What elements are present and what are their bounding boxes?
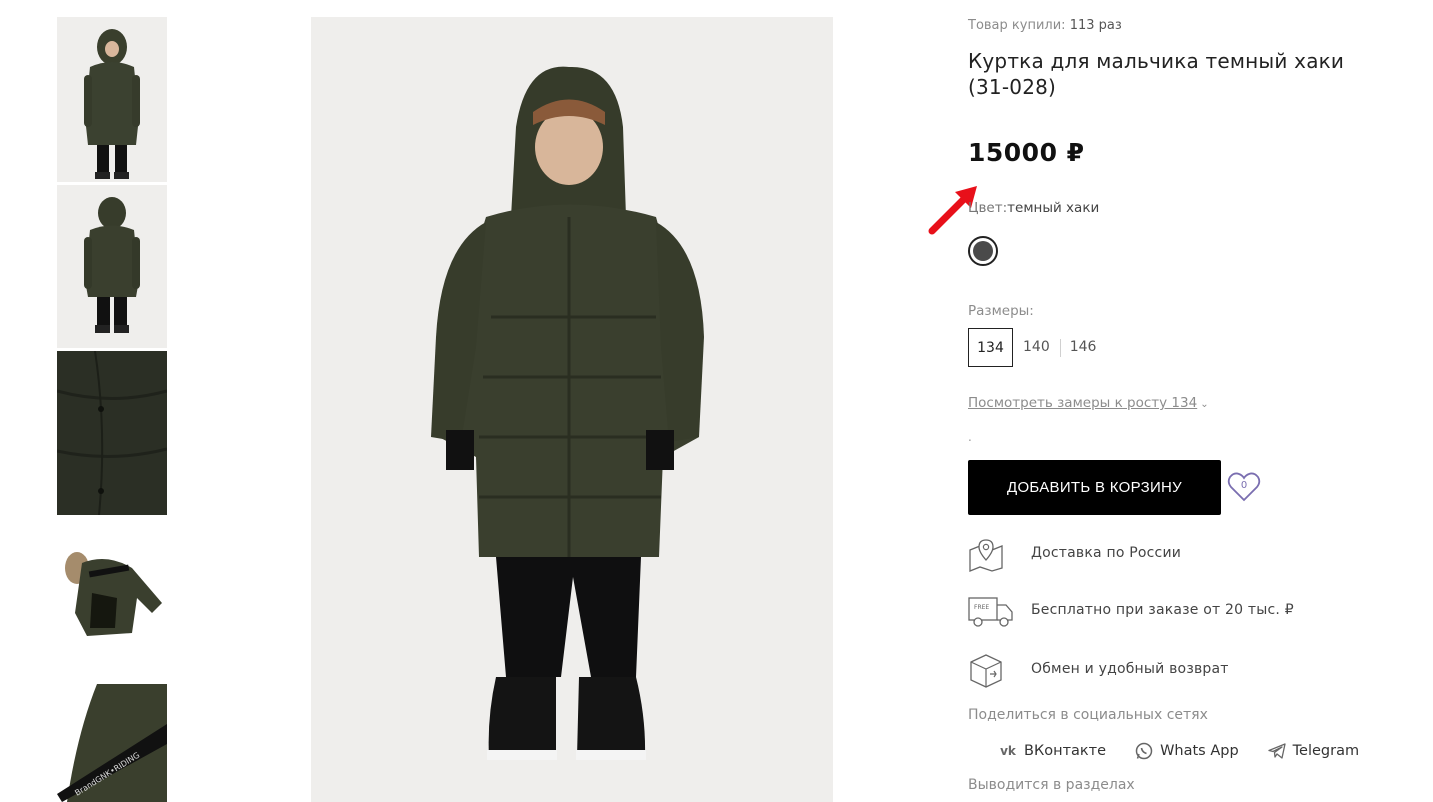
vk-icon: vk — [1000, 744, 1016, 758]
map-pin-icon — [969, 539, 1003, 572]
wishlist-button[interactable]: 0 — [1226, 469, 1262, 505]
size-option-140[interactable]: 140 — [1013, 328, 1060, 367]
share-label: Поделиться в социальных сетях — [968, 707, 1208, 723]
color-row: Цвет:темный хаки — [968, 200, 1099, 216]
thumbnail-jacket-flat[interactable] — [57, 518, 167, 681]
stock-dot: . — [968, 430, 972, 444]
sizes-label: Размеры: — [968, 303, 1034, 319]
share-whatsapp-label: Whats App — [1160, 743, 1239, 759]
thumbnail-back[interactable] — [57, 185, 167, 348]
purchase-count-value: 113 раз — [1069, 18, 1122, 33]
product-photo-front — [57, 17, 167, 182]
product-photo-hood: BrandGNK•RIDING — [57, 684, 167, 802]
size-option-146[interactable]: 146 — [1059, 328, 1107, 367]
share-links: vk ВКонтакте Whats App Telegram — [998, 741, 1359, 761]
sections-label: Выводится в разделах — [968, 777, 1135, 793]
chevron-down-icon: ⌄ — [1200, 399, 1209, 410]
product-photo-back — [57, 185, 167, 348]
share-vk-link[interactable]: vk ВКонтакте — [998, 741, 1106, 761]
feature-delivery-text: Доставка по России — [1031, 545, 1182, 561]
feature-free-shipping: FREE Бесплатно при заказе от 20 тыс. ₽ — [968, 593, 1368, 633]
feature-delivery: Доставка по России — [968, 536, 1368, 576]
share-telegram-link[interactable]: Telegram — [1267, 741, 1359, 761]
wishlist-count: 0 — [1240, 480, 1248, 491]
feature-returns: Обмен и удобный возврат — [968, 652, 1368, 692]
size-measurements-link-text: Посмотреть замеры к росту 134 — [968, 395, 1198, 411]
size-option-134[interactable]: 134 — [968, 328, 1013, 367]
swatch-fill — [973, 241, 993, 261]
thumbnail-hood-detail[interactable]: BrandGNK•RIDING — [57, 684, 167, 802]
feature-returns-text: Обмен и удобный возврат — [1031, 661, 1229, 677]
share-vk-label: ВКонтакте — [1024, 743, 1107, 759]
purchase-count-label: Товар купили: — [968, 18, 1066, 33]
product-photo-main — [311, 17, 833, 802]
size-measurements-link[interactable]: Посмотреть замеры к росту 134 ⌄ — [968, 395, 1209, 411]
size-selector: 134 140 146 — [968, 328, 1106, 367]
main-product-image[interactable] — [311, 17, 833, 802]
share-whatsapp-link[interactable]: Whats App — [1134, 741, 1239, 761]
purchase-count: Товар купили: 113 раз — [968, 18, 1122, 33]
thumbnail-fabric-detail[interactable] — [57, 351, 167, 515]
add-to-cart-button[interactable]: ДОБАВИТЬ В КОРЗИНУ — [968, 460, 1221, 515]
telegram-icon — [1268, 743, 1286, 759]
svg-text:FREE: FREE — [974, 604, 989, 611]
whatsapp-icon — [1135, 742, 1153, 760]
product-title: Куртка для мальчика темный хаки (31-028) — [968, 49, 1345, 99]
free-truck-icon: FREE — [968, 597, 1013, 627]
thumbnail-front[interactable] — [57, 17, 167, 182]
product-info-panel: Товар купили: 113 раз Куртка для мальчик… — [968, 0, 1408, 802]
share-telegram-label: Telegram — [1292, 743, 1360, 759]
color-value: темный хаки — [1007, 200, 1100, 216]
product-photo-fabric — [57, 351, 167, 515]
return-box-icon — [970, 654, 1002, 688]
color-label: Цвет: — [968, 200, 1008, 216]
color-swatch-dark-khaki[interactable] — [968, 236, 998, 266]
product-photo-flat — [57, 518, 167, 681]
feature-free-shipping-text: Бесплатно при заказе от 20 тыс. ₽ — [1031, 602, 1294, 618]
product-price: 15000 ₽ — [968, 138, 1085, 167]
